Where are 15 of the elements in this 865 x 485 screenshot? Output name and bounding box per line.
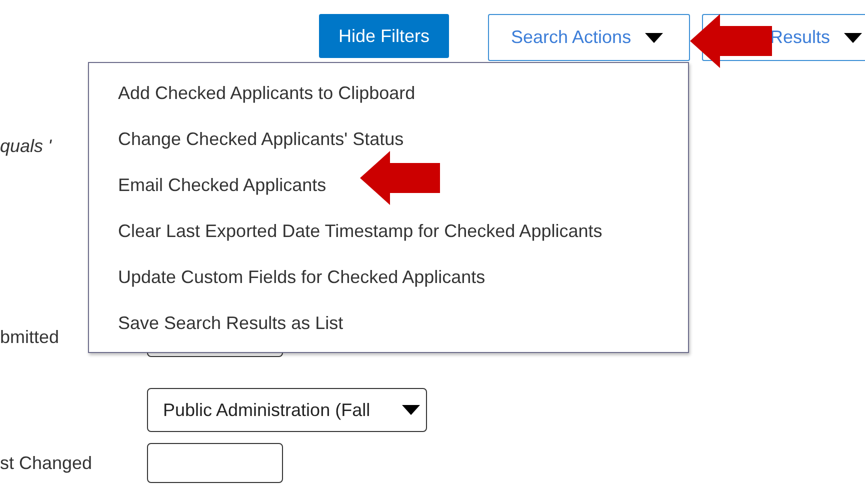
- toolbar-button[interactable]: Hide Filters: [319, 14, 449, 58]
- menu-item[interactable]: Change Checked Applicants' Status: [89, 116, 688, 162]
- field-label: bmitted: [0, 326, 60, 348]
- caret-icon: [645, 32, 664, 42]
- menu-item[interactable]: Add Checked Applicants to Clipboard: [89, 70, 688, 116]
- menu-item[interactable]: Save Search Results as List: [89, 300, 688, 346]
- dropdown-field[interactable]: Public Administration (Fall: [147, 388, 427, 432]
- menu-item[interactable]: Update Custom Fields for Checked Applicants: [89, 254, 688, 300]
- caret-icon: [844, 32, 862, 42]
- field-label: st Changed: [0, 452, 94, 474]
- caret-icon: [402, 405, 420, 415]
- input-field[interactable]: [147, 443, 283, 483]
- menu-item[interactable]: Email Checked Applicants: [89, 162, 688, 208]
- menu-item[interactable]: Clear Last Exported Date Timestamp for Checked Applicants: [89, 208, 688, 254]
- toolbar-button[interactable]: Search Actions: [488, 14, 690, 61]
